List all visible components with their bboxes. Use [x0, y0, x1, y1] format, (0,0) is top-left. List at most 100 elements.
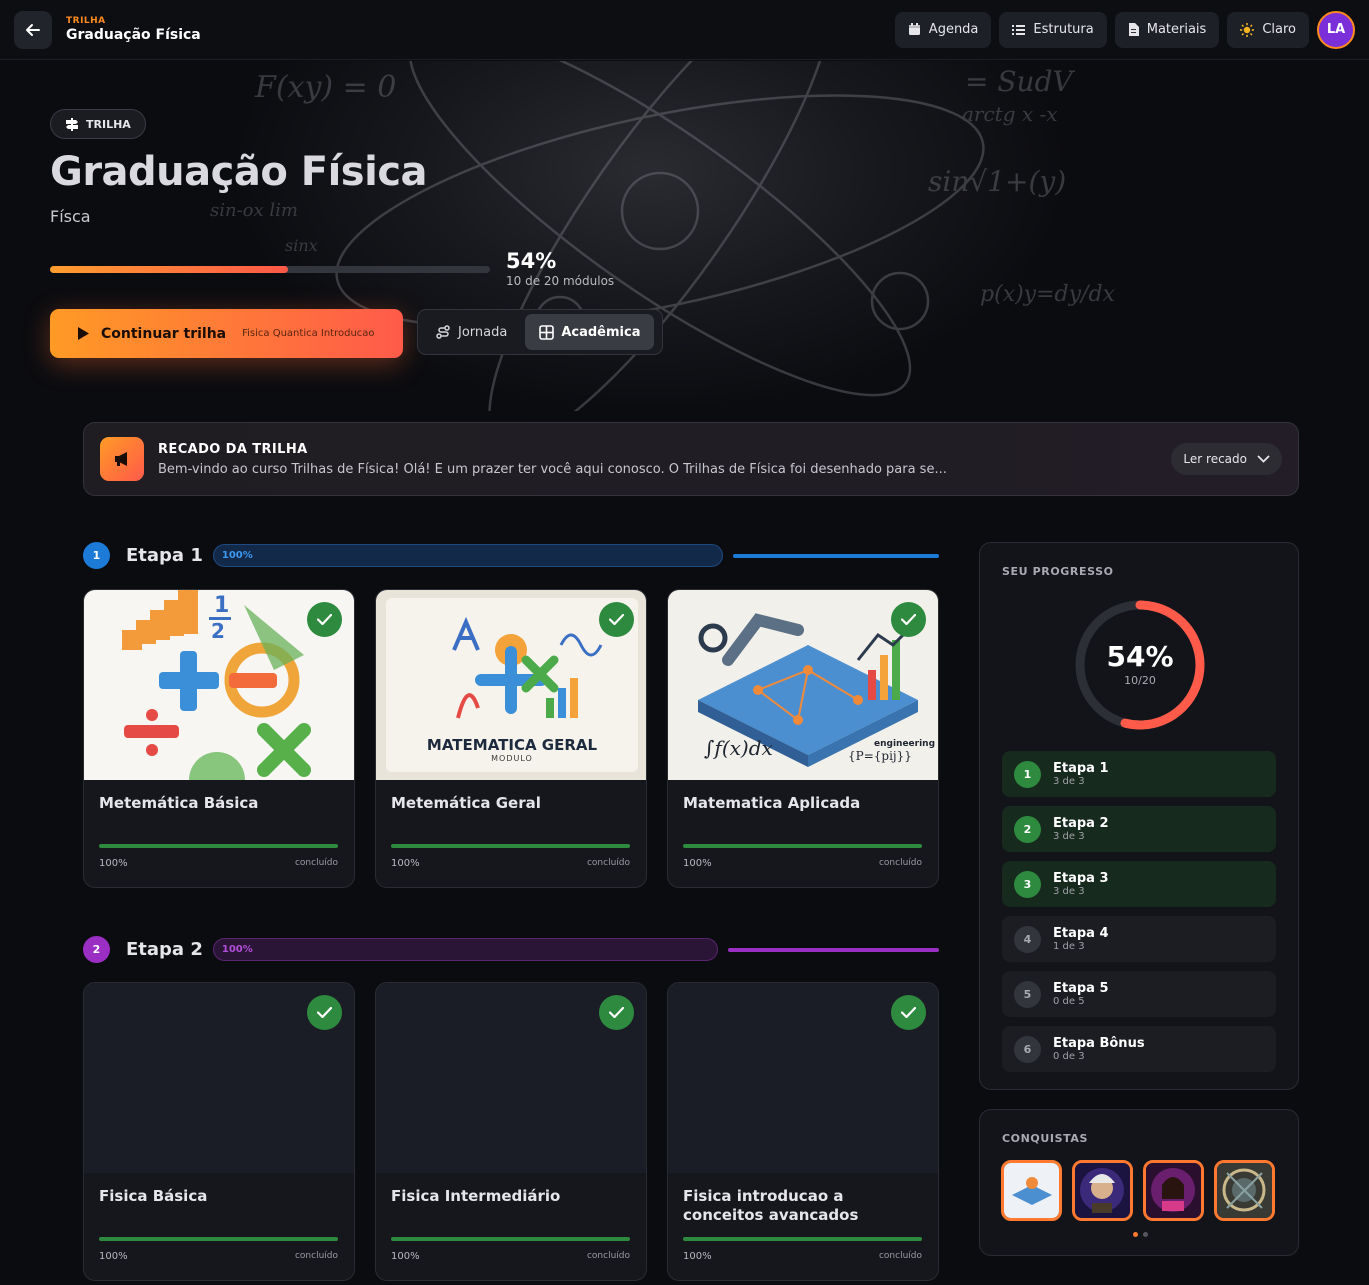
- stage-name: Etapa 4: [1053, 925, 1109, 941]
- carousel-dot-active[interactable]: [1132, 1232, 1138, 1237]
- etapa-name: Etapa 1: [126, 545, 203, 566]
- module-status: concluído: [586, 858, 630, 868]
- etapa-progress-line: [732, 553, 939, 558]
- module-title: Matematica Aplicada: [683, 794, 861, 812]
- module-status: concluído: [878, 858, 922, 868]
- module-progress-bar: [99, 1237, 338, 1241]
- physics-background-art: F(xy) = 0 = SudV arctg x -x sin√1+(y) p(…: [210, 61, 1116, 411]
- breadcrumb: TRILHA Graduação Física: [66, 16, 201, 43]
- completed-check-icon: [599, 995, 634, 1030]
- stage-number: 2: [1014, 815, 1041, 843]
- view-switcher: Jornada Acadêmica: [417, 309, 663, 355]
- stage-row-5[interactable]: 5 Etapa 50 de 5: [1002, 971, 1276, 1017]
- svg-text:p(x)y=dy/dx: p(x)y=dy/dx: [980, 282, 1116, 307]
- module-card[interactable]: ∫f(x)dx {P={pij}} engineering Matematica…: [667, 589, 939, 888]
- route-icon: [436, 325, 450, 339]
- stage-row-6[interactable]: 6 Etapa Bônus 0 de 3: [1002, 1026, 1276, 1072]
- module-card[interactable]: MATEMATICA GERAL MODULO Metemática Geral…: [375, 589, 647, 888]
- etapa-number: 2: [83, 936, 110, 963]
- read-notice-button[interactable]: Ler recado: [1171, 443, 1282, 475]
- completed-check-icon: [307, 602, 342, 637]
- module-status: concluído: [294, 858, 338, 868]
- module-progress-bar: [391, 844, 630, 848]
- trail-notice: RECADO DA TRILHA Bem-vindo ao curso Tril…: [83, 422, 1299, 496]
- achievement-badge[interactable]: [1143, 1160, 1204, 1221]
- etapa-1-header[interactable]: 1 Etapa 1 100%: [83, 542, 939, 569]
- estrutura-button[interactable]: Estrutura: [999, 11, 1107, 48]
- completed-check-icon: [599, 602, 634, 637]
- module-progress-percent: 100%: [99, 858, 128, 869]
- module-progress-bar: [391, 1237, 630, 1241]
- stage-row-3[interactable]: 3 Etapa 33 de 3: [1002, 861, 1276, 907]
- achievement-badge[interactable]: [1072, 1160, 1133, 1221]
- avatar[interactable]: LA: [1317, 10, 1355, 49]
- svg-text:sin-ox lim: sin-ox lim: [210, 200, 298, 221]
- stage-row-1[interactable]: 1 Etapa 13 de 3: [1002, 751, 1276, 797]
- stage-name: Etapa 5: [1053, 980, 1109, 996]
- trail-progress-bar: [50, 266, 490, 273]
- list-icon: [1012, 24, 1026, 35]
- svg-text:∫f(x)dx: ∫f(x)dx: [704, 736, 773, 760]
- stage-row-4[interactable]: 4 Etapa 41 de 3: [1002, 916, 1276, 962]
- trail-progress-percent: 54%: [506, 249, 557, 273]
- page-subtitle: Físca: [50, 207, 91, 226]
- badge-engineering-image: [1004, 1163, 1059, 1218]
- module-card[interactable]: Fisica introducao a conceitos avancados …: [667, 982, 939, 1281]
- stage-count: 3 de 3: [1053, 775, 1085, 787]
- etapa-progress-bar: 100%: [212, 544, 723, 567]
- module-thumbnail: 1 2: [84, 590, 354, 780]
- module-progress-percent: 100%: [391, 858, 420, 869]
- carousel-dots[interactable]: [980, 1232, 1300, 1237]
- view-academica-button[interactable]: Acadêmica: [525, 314, 655, 350]
- view-academica-label: Acadêmica: [561, 324, 641, 340]
- theme-button[interactable]: Claro: [1227, 11, 1309, 48]
- etapa-2-header[interactable]: 2 Etapa 2 100%: [83, 936, 939, 963]
- art-subtitle: MODULO: [491, 754, 533, 763]
- continue-trail-label: Continuar trilha: [101, 325, 227, 342]
- module-progress-percent: 100%: [99, 1251, 128, 1262]
- module-card[interactable]: Fisica Intermediário 100% concluído: [375, 982, 647, 1281]
- module-card[interactable]: Fisica Básica 100% concluído: [83, 982, 355, 1281]
- module-progress-percent: 100%: [683, 1251, 712, 1262]
- notice-text: Bem-vindo ao curso Trilhas de Física! Ol…: [158, 461, 947, 477]
- svg-text:= SudV: = SudV: [965, 65, 1076, 98]
- hero-banner: F(xy) = 0 = SudV arctg x -x sin√1+(y) p(…: [0, 61, 1369, 411]
- module-title: Metemática Geral: [391, 794, 541, 812]
- stage-row-2[interactable]: 2 Etapa 23 de 3: [1002, 806, 1276, 852]
- top-actions: Agenda Estrutura Materiais Claro LA: [894, 10, 1355, 49]
- view-jornada-button[interactable]: Jornada: [422, 314, 521, 350]
- sun-icon: [1240, 22, 1255, 37]
- calendar-icon: [908, 23, 920, 35]
- art-title: MATEMATICA GERAL: [426, 736, 598, 754]
- carousel-dot[interactable]: [1142, 1232, 1148, 1237]
- progress-panel: SEU PROGRESSO 54% 10/20 1 Etapa 13 de 3 …: [979, 542, 1299, 1090]
- breadcrumb-kicker: TRILHA: [66, 16, 106, 26]
- svg-text:arctg x -x: arctg x -x: [962, 102, 1058, 126]
- progress-panel-title: SEU PROGRESSO: [1002, 565, 1114, 578]
- module-thumbnail: MATEMATICA GERAL MODULO: [376, 590, 646, 780]
- module-thumbnail: ∫f(x)dx {P={pij}} engineering: [668, 590, 938, 780]
- achievement-badge[interactable]: [1214, 1160, 1275, 1221]
- module-thumbnail: [668, 983, 938, 1173]
- page-title: Graduação Física: [50, 149, 428, 195]
- achievement-badge[interactable]: [1001, 1160, 1062, 1221]
- badge-character-image: [1146, 1163, 1201, 1218]
- stage-name: Etapa 2: [1053, 815, 1109, 831]
- trail-progress-count: 10 de 20 módulos: [506, 274, 615, 288]
- stage-count: 3 de 3: [1053, 885, 1085, 897]
- progress-ring-percent: 54%: [1106, 640, 1174, 673]
- stage-number: 1: [1014, 760, 1041, 788]
- agenda-button[interactable]: Agenda: [894, 11, 992, 48]
- materiais-button[interactable]: Materiais: [1114, 11, 1220, 48]
- play-icon: [78, 327, 89, 340]
- stage-name: Etapa 1: [1053, 760, 1109, 776]
- trilha-pill-label: TRILHA: [86, 117, 131, 131]
- achievements-title: CONQUISTAS: [1002, 1132, 1089, 1145]
- continue-trail-button[interactable]: Continuar trilha Fisica Quantica Introdu…: [50, 309, 403, 358]
- trail-progress-fill: [50, 266, 288, 273]
- back-button[interactable]: [14, 10, 52, 49]
- module-thumbnail: [84, 983, 354, 1173]
- grid-icon: [539, 324, 555, 340]
- module-card[interactable]: 1 2 Metemática Básica 100% concluído: [83, 589, 355, 888]
- completed-check-icon: [891, 602, 926, 637]
